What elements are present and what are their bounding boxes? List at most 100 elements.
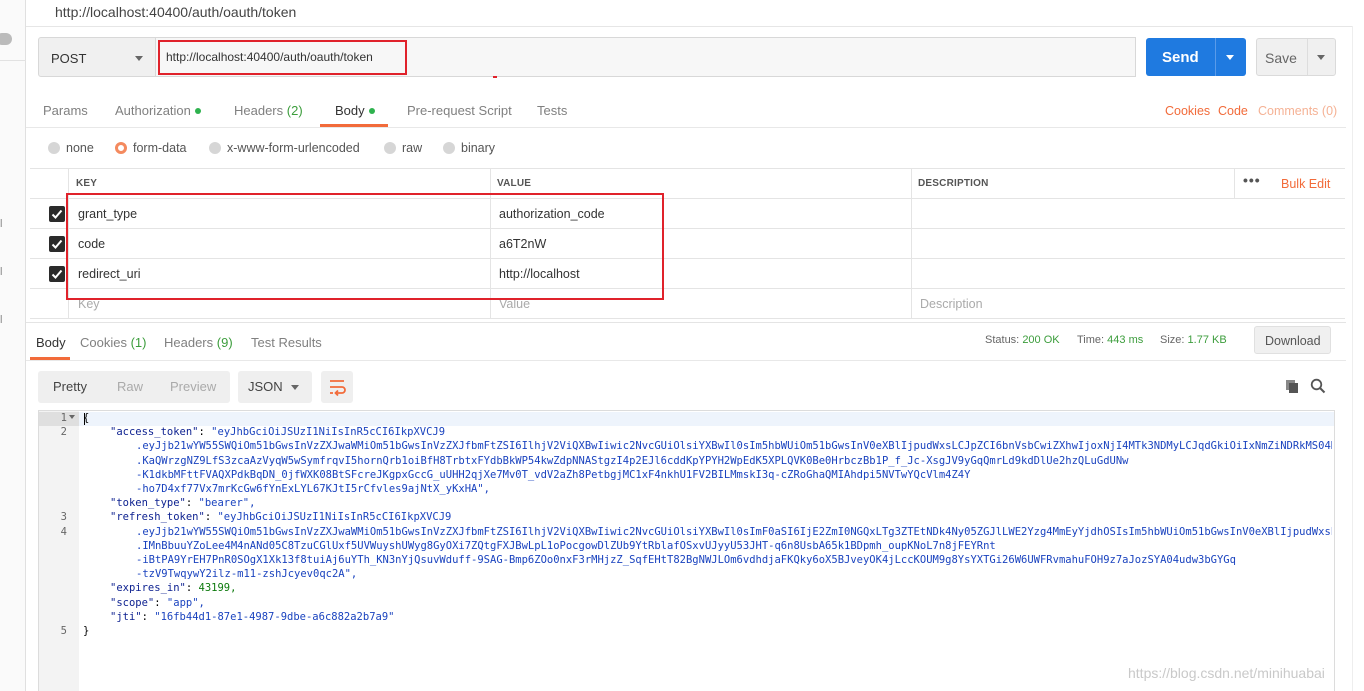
tab-params[interactable]: Params (43, 103, 88, 118)
bulk-edit-link[interactable]: Bulk Edit (1281, 177, 1330, 191)
divider (26, 127, 1346, 128)
line-number: 5 (60, 625, 67, 637)
row-checkbox[interactable] (49, 266, 65, 282)
code-line: } (83, 625, 90, 637)
save-label: Save (1265, 50, 1297, 66)
divider (911, 168, 912, 318)
scrollbar[interactable] (1352, 26, 1364, 691)
method-select[interactable]: POST (38, 37, 156, 77)
format-select[interactable]: JSON (238, 371, 312, 403)
request-tab-title[interactable]: http://localhost:40400/auth/oauth/token (55, 4, 296, 20)
annotation-box-url (158, 40, 407, 75)
code-line: .KaQWrzgNZ9LfS3zcaAzVyqW5wSymfrqvI5hornQ… (136, 454, 1129, 467)
more-options-icon[interactable]: ••• (1243, 172, 1261, 188)
annotation-box-params (66, 193, 664, 300)
json-value: "app", (166, 596, 205, 609)
download-button[interactable]: Download (1254, 326, 1331, 354)
radio-icon (209, 142, 221, 154)
radio-icon (384, 142, 396, 154)
column-header-key: KEY (76, 178, 98, 189)
tab-body[interactable]: Body (335, 103, 375, 118)
line-number: 3 (60, 511, 67, 524)
divider (30, 168, 1345, 169)
radio-form-data[interactable]: form-data (115, 141, 187, 155)
code-line: .IMnBbuuYZoLee4M4nANd05C8TzuCGlUxf5UVWuy… (136, 539, 996, 552)
new-description-input[interactable]: Description (920, 297, 983, 311)
json-value: "bearer", (198, 497, 256, 510)
radio-icon (443, 142, 455, 154)
json-value: 43199, (198, 582, 237, 595)
code-line: -iBtPA9YrEH7PnR0SOgX1Xk13f8tuiAj6uYTh_KN… (136, 554, 1236, 566)
radio-icon (48, 142, 60, 154)
json-key: "refresh_token" (110, 511, 205, 524)
json-value: "eyJhbGciOiJSUzI1NiIsInR5cCI6IkpXVCJ9 (217, 511, 452, 524)
code-line: -ho7D4xf77Vx7mrKcGw6fYnExLYL67KJtI5rCfvl… (136, 483, 491, 495)
code-line: -tzV9TwqywY2ilz-m11-zshJcyev0qc2A", (136, 568, 358, 581)
line-number: 2 (60, 426, 67, 439)
column-header-description: DESCRIPTION (918, 178, 989, 189)
status-value: 200 OK (1022, 334, 1060, 346)
active-line (79, 412, 1334, 426)
divider (1234, 168, 1235, 198)
response-tab-headers[interactable]: Headers (9) (164, 335, 233, 350)
code-line: { (83, 412, 90, 424)
radio-none[interactable]: none (48, 141, 94, 155)
row-checkbox[interactable] (49, 206, 65, 222)
sidebar-divider (0, 60, 26, 61)
divider (30, 318, 1345, 319)
line-number: 4 (60, 525, 67, 538)
code-line: .eyJjb21wYW55SWQiOm51bGwsInVzZXJwaWMiOm5… (136, 440, 1332, 453)
divider (26, 360, 1346, 361)
sidebar-toggle[interactable] (0, 33, 12, 45)
tab-authorization[interactable]: Authorization (115, 103, 201, 118)
chevron-down-icon[interactable] (1226, 55, 1234, 60)
response-tab-test-results[interactable]: Test Results (251, 335, 322, 350)
view-preview-button[interactable]: Preview (170, 379, 216, 394)
radio-selected-icon (115, 142, 127, 154)
row-checkbox[interactable] (49, 236, 65, 252)
response-tab-cookies[interactable]: Cookies (1) (80, 335, 146, 350)
chevron-down-icon[interactable] (1317, 55, 1325, 60)
fold-toggle-icon[interactable] (69, 415, 75, 419)
checkmark-icon (51, 239, 63, 249)
watermark: https://blog.csdn.net/minihuabai (1128, 665, 1325, 681)
collections-sidebar: l l l (0, 0, 26, 691)
code-line: "access_token": "eyJhbGciOiJSUzI1NiIsInR… (110, 426, 446, 439)
sidebar-item-fragment[interactable]: l (0, 218, 2, 230)
wrap-lines-button[interactable] (321, 371, 353, 403)
code-line: "scope": "app", (110, 596, 205, 609)
column-header-value: VALUE (497, 178, 532, 189)
send-button[interactable]: Send (1146, 38, 1246, 76)
radio-binary[interactable]: binary (443, 141, 495, 155)
response-tab-body[interactable]: Body (36, 335, 66, 350)
copy-icon[interactable] (1284, 378, 1300, 397)
tab-headers[interactable]: Headers (2) (234, 103, 303, 118)
cookies-link[interactable]: Cookies (1165, 104, 1210, 118)
json-key: "scope" (110, 596, 155, 609)
annotation-mark (493, 76, 497, 78)
code-line: -K1dkbMFttFVAQXPdkBqDN_0jfWXK08BtSFcreJK… (136, 468, 971, 481)
format-label: JSON (248, 379, 283, 394)
wrap-lines-icon (330, 380, 346, 397)
status-readout: Status: 200 OK (985, 334, 1060, 346)
tab-tests[interactable]: Tests (537, 103, 567, 118)
view-pretty-button[interactable]: Pretty (53, 379, 87, 394)
comments-link[interactable]: Comments (0) (1258, 104, 1337, 118)
divider (26, 322, 1346, 323)
send-label: Send (1162, 49, 1199, 66)
save-button[interactable]: Save (1256, 38, 1336, 76)
tab-pre-request-script[interactable]: Pre-request Script (407, 103, 512, 118)
divider (26, 26, 1364, 27)
search-icon[interactable] (1310, 378, 1326, 397)
view-raw-button[interactable]: Raw (117, 379, 143, 394)
code-line: "jti": "16fb44d1-87e1-4987-9dbe-a6c882a2… (110, 610, 395, 623)
size-readout: Size: 1.77 KB (1160, 334, 1227, 346)
status-dot-icon (194, 108, 201, 114)
radio-x-www-form-urlencoded[interactable]: x-www-form-urlencoded (209, 141, 360, 155)
code-link[interactable]: Code (1218, 104, 1248, 118)
sidebar-item-fragment[interactable]: l (0, 314, 2, 326)
radio-raw[interactable]: raw (384, 141, 422, 155)
sidebar-item-fragment[interactable]: l (0, 266, 2, 278)
checkmark-icon (51, 209, 63, 219)
checkmark-icon (51, 269, 63, 279)
